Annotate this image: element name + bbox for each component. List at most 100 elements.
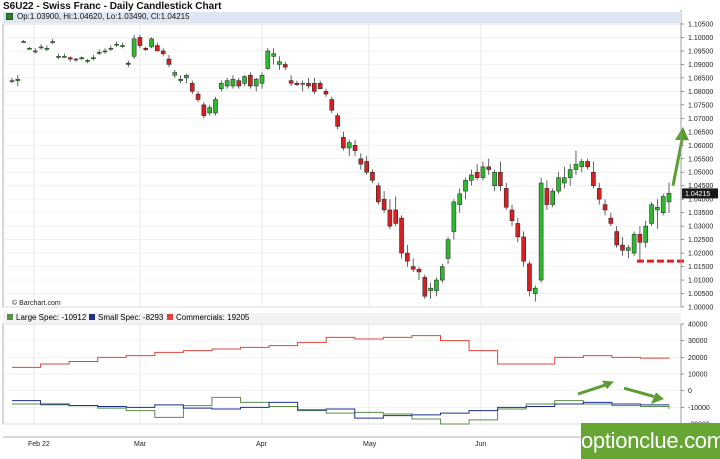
candle-body <box>544 188 550 205</box>
candle-body <box>532 287 538 294</box>
candle-body <box>567 169 573 178</box>
candle-body <box>480 166 486 178</box>
candle-body <box>323 91 329 95</box>
y-tick-label: 1.10000 <box>688 35 713 42</box>
candle-body <box>178 79 183 81</box>
candle-body <box>96 52 102 54</box>
candle-body <box>341 136 346 149</box>
last-price-label: 1.04215 <box>685 191 710 198</box>
candle <box>439 263 445 283</box>
candle-body <box>387 209 393 227</box>
y-tick-label: 1.01000 <box>688 278 713 285</box>
candle-body <box>596 188 602 200</box>
candle-body <box>393 209 399 224</box>
y-tick-label: 1.09500 <box>688 48 713 55</box>
candle-body <box>32 50 38 53</box>
candle-body <box>265 50 271 69</box>
y-tick-label: 1.07000 <box>688 116 713 123</box>
candle <box>550 188 556 208</box>
candle-body <box>131 38 137 57</box>
candle <box>660 193 666 216</box>
candle-body <box>21 41 26 43</box>
candle-body <box>370 171 375 181</box>
candle <box>213 96 218 116</box>
candle-body <box>102 50 108 53</box>
main-plot-area <box>2 23 682 308</box>
candle-body <box>620 244 625 251</box>
candle-body <box>38 46 44 49</box>
candle-body <box>474 171 480 178</box>
candle-body <box>62 56 67 58</box>
candle <box>631 231 637 256</box>
candle-body <box>184 74 189 79</box>
candle-body <box>219 83 224 89</box>
candle-body <box>201 104 207 116</box>
candle-body <box>288 80 294 84</box>
candle-body <box>67 57 73 60</box>
candle-body <box>259 74 265 84</box>
candle-body <box>44 48 50 50</box>
candle-body <box>486 166 492 170</box>
candle-body <box>253 79 259 87</box>
candle <box>376 183 381 205</box>
candle <box>149 37 154 49</box>
y-tick-label: 1.08500 <box>688 75 713 82</box>
candle-body <box>492 171 497 186</box>
y-tick-label: 1.03500 <box>688 210 713 217</box>
cot-y-tick-label: 0 <box>688 388 692 395</box>
y-tick-label: 1.00500 <box>688 291 713 298</box>
ohlc-readout: Op:1.03900, Hi:1.04620, Lo:1.03490, Cl:1… <box>17 12 190 21</box>
candle-body <box>556 177 561 192</box>
candle-body <box>585 161 590 168</box>
cot-y-tick-label: 10000 <box>688 372 708 379</box>
candle-body <box>207 107 212 114</box>
chart-title: S6U22 - Swiss Franc - Daily Candlestick … <box>3 1 222 12</box>
y-tick-label: 1.08000 <box>688 89 713 96</box>
candle-body <box>73 58 79 61</box>
candle-body <box>358 158 364 165</box>
candle-body <box>50 41 55 43</box>
candle-body <box>172 72 178 76</box>
cot-y-tick-label: 40000 <box>688 322 708 329</box>
candle-body <box>137 37 143 46</box>
candle-body <box>114 43 119 46</box>
cot-legend: Large Spec: -10912 Small Spec: -8293 Com… <box>3 313 681 323</box>
candle-body <box>527 263 532 292</box>
x-tick-label: Jun <box>475 441 486 448</box>
candle-body <box>626 247 631 251</box>
candle-body <box>312 83 317 92</box>
candle-body <box>155 45 160 52</box>
candle <box>422 274 428 299</box>
candle-body <box>120 45 125 47</box>
candle-body <box>550 190 556 205</box>
cot-y-tick-label: -10000 <box>688 405 710 412</box>
y-tick-label: 1.09000 <box>688 62 713 69</box>
candle-body <box>660 196 666 213</box>
candle <box>265 48 271 70</box>
candle-body <box>498 171 503 186</box>
candle-body <box>282 64 288 68</box>
candle-body <box>515 223 521 238</box>
y-tick-label: 1.05500 <box>688 156 713 163</box>
y-tick-label: 1.02500 <box>688 237 713 244</box>
x-tick-label: Apr <box>256 441 268 448</box>
candle-body <box>248 74 253 87</box>
candle-body <box>277 61 282 65</box>
candle-body <box>591 171 596 186</box>
candle-body <box>428 287 433 292</box>
candle-body <box>27 48 32 50</box>
candle-body <box>108 48 114 50</box>
candle-body <box>149 38 154 48</box>
candle-body <box>230 79 236 87</box>
cot-y-tick-label: 30000 <box>688 338 708 345</box>
candle-body <box>637 233 643 243</box>
y-tick-label: 1.06500 <box>688 129 713 136</box>
candle-body <box>469 174 474 181</box>
candle-body <box>306 83 311 87</box>
x-tick-label: Feb 22 <box>28 441 50 448</box>
candle <box>399 215 404 259</box>
candle-body <box>236 80 242 87</box>
candle-body <box>445 239 451 259</box>
candle <box>649 201 654 227</box>
candle-body <box>195 93 201 100</box>
